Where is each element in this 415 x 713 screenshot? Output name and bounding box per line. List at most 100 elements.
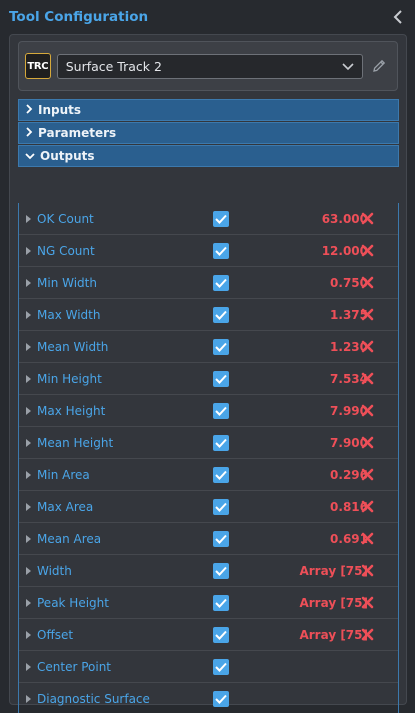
output-name: Max Area — [37, 499, 94, 514]
output-enabled-checkbox[interactable] — [213, 498, 229, 515]
checkmark-icon — [215, 598, 227, 608]
expand-triangle-icon[interactable] — [26, 662, 31, 671]
output-row: Width Array [75] — [19, 555, 398, 587]
output-enabled-checkbox[interactable] — [213, 274, 229, 291]
output-enabled-checkbox[interactable] — [213, 658, 229, 675]
chevron-right-icon — [25, 103, 33, 117]
checkmark-icon — [215, 470, 227, 480]
tool-type-badge: TRC — [25, 53, 51, 79]
output-row: Min Width 0.750 — [19, 267, 398, 299]
section-outputs[interactable]: Outputs — [18, 145, 399, 167]
output-row: NG Count 12.000 — [19, 235, 398, 267]
output-enabled-checkbox[interactable] — [213, 402, 229, 419]
pencil-icon[interactable] — [369, 56, 389, 76]
outputs-list: OK Count 63.000 NG Count 12.000 Min Width 0.7… — [18, 203, 399, 713]
fail-x-icon — [360, 596, 374, 610]
expand-triangle-icon[interactable] — [26, 246, 31, 255]
fail-x-icon — [360, 372, 374, 386]
output-name: Max Height — [37, 403, 106, 418]
output-enabled-checkbox[interactable] — [213, 242, 229, 259]
output-row: Min Area 0.296 — [19, 459, 398, 491]
checkmark-icon — [215, 246, 227, 256]
expand-triangle-icon[interactable] — [26, 502, 31, 511]
output-row: Min Height 7.534 — [19, 363, 398, 395]
expand-triangle-icon[interactable] — [26, 470, 31, 479]
output-value: Array [75] — [299, 627, 368, 642]
expand-triangle-icon[interactable] — [26, 214, 31, 223]
checkmark-icon — [215, 630, 227, 640]
expand-triangle-icon[interactable] — [26, 278, 31, 287]
section-parameters-label: Parameters — [38, 126, 117, 140]
expand-triangle-icon[interactable] — [26, 438, 31, 447]
output-name: OK Count — [37, 211, 94, 226]
output-name: Peak Height — [37, 595, 109, 610]
section-outputs-label: Outputs — [40, 149, 95, 163]
output-name: Min Width — [37, 275, 97, 290]
output-enabled-checkbox[interactable] — [213, 306, 229, 323]
output-name: NG Count — [37, 243, 95, 258]
output-row: Peak Height Array [75] — [19, 587, 398, 619]
output-enabled-checkbox[interactable] — [213, 466, 229, 483]
chevron-left-icon[interactable] — [389, 7, 407, 27]
output-name: Offset — [37, 627, 74, 642]
output-row: Diagnostic Surface — [19, 683, 398, 713]
expand-triangle-icon[interactable] — [26, 566, 31, 575]
checkmark-icon — [215, 406, 227, 416]
output-value: Array [75] — [299, 595, 368, 610]
output-enabled-checkbox[interactable] — [213, 210, 229, 227]
checkmark-icon — [215, 310, 227, 320]
fail-x-icon — [360, 404, 374, 418]
output-enabled-checkbox[interactable] — [213, 434, 229, 451]
output-row: OK Count 63.000 — [19, 203, 398, 235]
fail-x-icon — [360, 532, 374, 546]
output-enabled-checkbox[interactable] — [213, 530, 229, 547]
output-enabled-checkbox[interactable] — [213, 562, 229, 579]
output-enabled-checkbox[interactable] — [213, 690, 229, 707]
output-name: Mean Area — [37, 531, 102, 546]
checkmark-icon — [215, 694, 227, 704]
output-row: Mean Width 1.230 — [19, 331, 398, 363]
output-enabled-checkbox[interactable] — [213, 370, 229, 387]
output-row: Max Area 0.816 — [19, 491, 398, 523]
checkmark-icon — [215, 438, 227, 448]
fail-x-icon — [360, 244, 374, 258]
expand-triangle-icon[interactable] — [26, 694, 31, 703]
expand-triangle-icon[interactable] — [26, 310, 31, 319]
tool-dropdown[interactable]: Surface Track 2 — [56, 53, 364, 79]
fail-x-icon — [360, 436, 374, 450]
output-name: Width — [37, 563, 72, 578]
output-name: Diagnostic Surface — [37, 691, 150, 706]
output-enabled-checkbox[interactable] — [213, 338, 229, 355]
output-enabled-checkbox[interactable] — [213, 626, 229, 643]
expand-triangle-icon[interactable] — [26, 598, 31, 607]
expand-triangle-icon[interactable] — [26, 534, 31, 543]
fail-x-icon — [360, 628, 374, 642]
checkmark-icon — [215, 342, 227, 352]
output-row: Offset Array [75] — [19, 619, 398, 651]
title-bar: Tool Configuration — [0, 0, 415, 34]
expand-triangle-icon[interactable] — [26, 406, 31, 415]
output-row: Mean Area 0.691 — [19, 523, 398, 555]
checkmark-icon — [215, 534, 227, 544]
output-value: Array [75] — [299, 563, 368, 578]
section-parameters[interactable]: Parameters — [18, 122, 399, 144]
output-row: Center Point — [19, 651, 398, 683]
expand-triangle-icon[interactable] — [26, 374, 31, 383]
output-name: Min Height — [37, 371, 102, 386]
expand-triangle-icon[interactable] — [26, 342, 31, 351]
output-name: Center Point — [37, 659, 111, 674]
output-row: Max Height 7.990 — [19, 395, 398, 427]
panel-title: Tool Configuration — [9, 9, 149, 25]
expand-triangle-icon[interactable] — [26, 630, 31, 639]
checkmark-icon — [215, 566, 227, 576]
output-name: Min Area — [37, 467, 90, 482]
output-enabled-checkbox[interactable] — [213, 594, 229, 611]
section-inputs[interactable]: Inputs — [18, 99, 399, 121]
chevron-right-icon — [25, 126, 33, 140]
fail-x-icon — [360, 340, 374, 354]
fail-x-icon — [360, 468, 374, 482]
chevron-down-icon — [342, 59, 354, 74]
output-name: Mean Height — [37, 435, 114, 450]
chevron-down-icon — [25, 149, 35, 163]
checkmark-icon — [215, 278, 227, 288]
